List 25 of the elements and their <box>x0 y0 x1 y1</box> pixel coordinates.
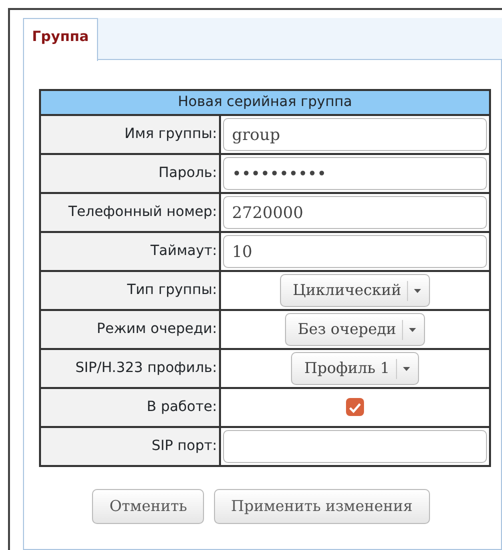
button[interactable]: Отменить <box>92 489 204 524</box>
field-label: Таймаут: <box>40 232 220 271</box>
field-label: SIP порт: <box>40 427 220 466</box>
field-label: Телефонный номер: <box>40 193 220 232</box>
caret-icon <box>409 328 416 332</box>
field-label: Тип группы: <box>40 271 220 310</box>
caret-icon <box>414 288 422 292</box>
tab[interactable]: Группа <box>23 18 98 61</box>
dropdown[interactable]: Профиль 1 <box>291 352 419 385</box>
dropdown[interactable]: Без очереди <box>284 313 426 346</box>
field-label: Пароль: <box>40 154 220 193</box>
input-field[interactable]: 10 <box>223 235 487 268</box>
field-label: SIP/H.323 профиль: <box>40 349 220 388</box>
field-label: Режим очереди: <box>40 310 220 349</box>
input-field[interactable] <box>223 430 487 463</box>
field-label: Имя группы: <box>40 115 220 154</box>
dropdown[interactable]: Циклический <box>280 274 430 307</box>
input-field[interactable]: •••••••••• <box>223 157 487 190</box>
input-field[interactable]: 2720000 <box>223 196 487 229</box>
button[interactable]: Применить изменения <box>214 489 430 524</box>
checkbox[interactable] <box>346 398 364 416</box>
input-field[interactable]: group <box>223 118 487 151</box>
caret-icon <box>402 366 410 370</box>
field-label: В работе: <box>40 388 220 427</box>
form-title: Новая серийная группа <box>40 90 490 115</box>
